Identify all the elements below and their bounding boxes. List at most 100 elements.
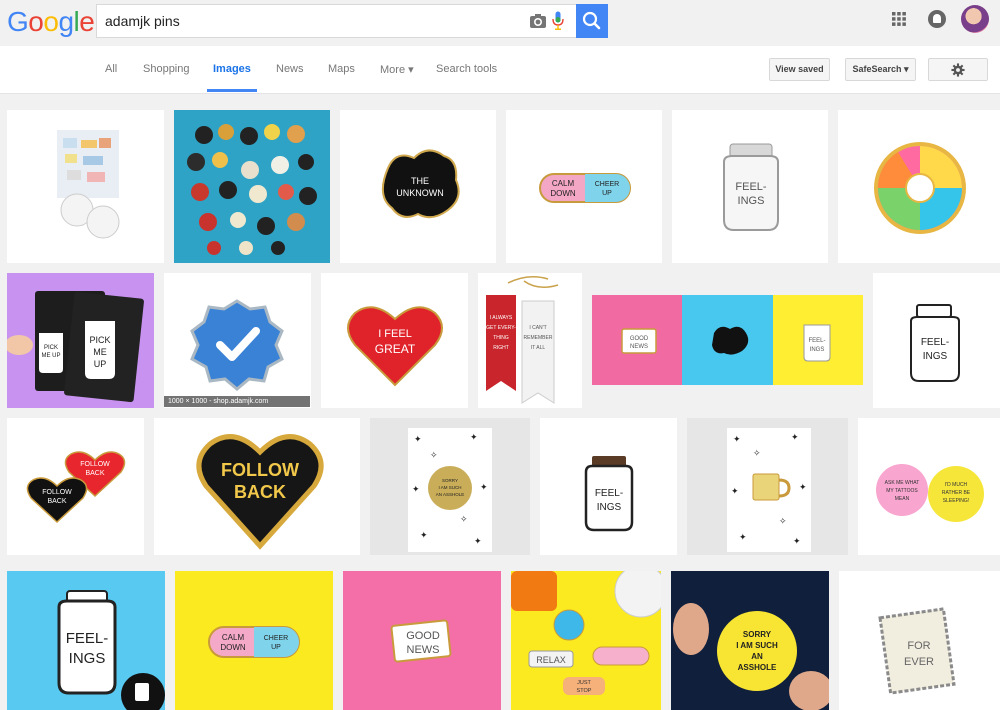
tab-more[interactable]: More ▾ bbox=[380, 63, 414, 76]
svg-text:✦: ✦ bbox=[474, 537, 482, 547]
pin-text: THE bbox=[411, 176, 429, 186]
apps-grid-icon[interactable] bbox=[891, 11, 907, 27]
pin-text: INGS bbox=[738, 195, 765, 207]
image-result[interactable]: PICK ME UP PICK ME UP bbox=[7, 273, 154, 408]
svg-text:✦: ✦ bbox=[420, 531, 428, 541]
top-bar: Google adamjk pins bbox=[0, 0, 1000, 46]
notifications-bell-icon[interactable] bbox=[928, 10, 946, 28]
image-result[interactable]: I FEEL GREAT bbox=[321, 273, 468, 408]
pin-text: INGS bbox=[923, 351, 948, 362]
image-results-grid: THE UNKNOWN CALM DOWN CHEER UP FEEL- ING… bbox=[0, 95, 1000, 710]
microphone-icon[interactable] bbox=[552, 11, 564, 31]
image-result[interactable]: ✦ ✦ ✦ ✦ ✦ ✦ ✧ ✧ SORRY I AM SUCH AN ASSHOLE bbox=[370, 418, 530, 555]
pin-text: BACK bbox=[234, 482, 286, 502]
image-result[interactable]: GOOD NEWS FEEL- INGS bbox=[592, 295, 863, 385]
image-result[interactable] bbox=[164, 273, 311, 408]
pin-text: FOR bbox=[907, 640, 930, 652]
pin-text: FEEL- bbox=[808, 338, 825, 344]
pin-text: FOLLOW bbox=[221, 460, 299, 480]
settings-button[interactable] bbox=[928, 58, 988, 81]
pin-text: CALM bbox=[552, 179, 575, 188]
svg-text:✦: ✦ bbox=[739, 533, 747, 543]
pin-text: NEWS bbox=[630, 344, 648, 350]
image-result[interactable]: FEEL- INGS bbox=[672, 110, 828, 263]
search-input[interactable]: adamjk pins bbox=[96, 4, 576, 38]
image-result[interactable]: GOOD NEWS bbox=[343, 571, 501, 710]
image-result[interactable] bbox=[7, 110, 164, 263]
search-button[interactable] bbox=[576, 4, 608, 38]
pin-text: MEAN bbox=[895, 496, 910, 502]
pin-text: INGS bbox=[69, 650, 106, 667]
pin-text: CALM bbox=[222, 633, 245, 642]
tab-images[interactable]: Images bbox=[213, 63, 251, 75]
active-tab-indicator bbox=[207, 89, 257, 92]
view-saved-button[interactable]: View saved bbox=[769, 58, 830, 81]
svg-text:✦: ✦ bbox=[791, 433, 799, 443]
image-result[interactable]: FOLLOW BACK bbox=[154, 418, 360, 555]
pin-text: ME UP bbox=[41, 353, 60, 359]
image-result[interactable]: ✦ ✦ ✦ ✦ ✦ ✦ ✧ ✧ bbox=[687, 418, 848, 555]
logo-letter: e bbox=[79, 6, 95, 37]
tab-all[interactable]: All bbox=[105, 63, 117, 75]
avatar[interactable] bbox=[961, 5, 989, 33]
pin-text: SLEEPING! bbox=[943, 498, 969, 504]
search-icon bbox=[582, 11, 601, 30]
pin-text: ASK ME WHAT bbox=[885, 480, 920, 486]
gear-icon bbox=[951, 63, 965, 77]
image-result[interactable]: CALM DOWN CHEER UP bbox=[175, 571, 333, 710]
pin-text: PICK bbox=[44, 345, 58, 351]
image-result[interactable]: FOR EVER bbox=[839, 571, 1000, 710]
pin-text: UP bbox=[271, 644, 281, 651]
image-result[interactable]: FOLLOW BACK FOLLOW BACK bbox=[7, 418, 144, 555]
pin-text: UP bbox=[94, 359, 107, 369]
svg-text:✧: ✧ bbox=[430, 451, 438, 461]
image-result[interactable]: FEEL- INGS bbox=[540, 418, 677, 555]
svg-text:✧: ✧ bbox=[779, 517, 787, 527]
pin-text: CHEER bbox=[264, 635, 289, 642]
image-result[interactable]: ASK ME WHAT MY TATTOOS MEAN I'D MUCH RAT… bbox=[858, 418, 1000, 555]
svg-text:✦: ✦ bbox=[470, 433, 478, 443]
image-result[interactable]: FEEL- INGS bbox=[7, 571, 165, 710]
image-result[interactable]: SORRY I AM SUCH AN ASSHOLE bbox=[671, 571, 829, 710]
svg-text:✧: ✧ bbox=[753, 449, 761, 459]
pin-text: PICK bbox=[89, 335, 110, 345]
safesearch-button[interactable]: SafeSearch ▾ bbox=[845, 58, 916, 81]
pin-text: STOP bbox=[577, 688, 592, 694]
pin-text: GOOD bbox=[406, 630, 440, 642]
pin-text: AN ASSHOLE bbox=[436, 492, 465, 497]
google-logo[interactable]: Google bbox=[7, 6, 95, 38]
pin-text: GET EVERY- bbox=[486, 325, 516, 331]
pin-text: DOWN bbox=[220, 643, 246, 652]
pin-text: RIGHT bbox=[493, 345, 509, 351]
image-result[interactable]: THE UNKNOWN bbox=[340, 110, 496, 263]
pin-text: MY TATTOOS bbox=[886, 488, 918, 494]
tab-search-tools[interactable]: Search tools bbox=[436, 63, 497, 75]
pin-text: REMEMBER bbox=[524, 335, 553, 341]
svg-text:✦: ✦ bbox=[793, 537, 801, 547]
image-size-caption: 1000 × 1000 - shop.adamjk.com bbox=[164, 396, 310, 407]
pin-text: ME bbox=[93, 347, 107, 357]
svg-text:✦: ✦ bbox=[414, 435, 422, 445]
image-result[interactable]: I ALWAYS GET EVERY- THING RIGHT I CAN'T … bbox=[478, 273, 582, 408]
svg-text:✦: ✦ bbox=[480, 483, 488, 493]
svg-text:✧: ✧ bbox=[460, 515, 468, 525]
tab-news[interactable]: News bbox=[276, 63, 304, 75]
image-result[interactable] bbox=[838, 110, 1000, 263]
camera-icon[interactable] bbox=[529, 13, 547, 29]
pin-text: I FEEL bbox=[378, 328, 412, 340]
tab-maps[interactable]: Maps bbox=[328, 63, 355, 75]
pin-text: BACK bbox=[47, 498, 66, 505]
image-result[interactable]: CALM DOWN CHEER UP bbox=[506, 110, 662, 263]
pin-text: SORRY bbox=[743, 630, 772, 639]
image-result[interactable] bbox=[174, 110, 330, 263]
pin-text: FOLLOW bbox=[42, 489, 72, 496]
pin-text: SORRY bbox=[442, 478, 458, 483]
image-result[interactable]: RELAX JUST STOP bbox=[511, 571, 661, 710]
pin-text: INGS bbox=[597, 502, 622, 513]
svg-text:✦: ✦ bbox=[733, 435, 741, 445]
image-result[interactable]: FEEL- INGS bbox=[873, 273, 1000, 408]
pin-text: UP bbox=[602, 190, 612, 197]
pin-text: IT ALL bbox=[531, 345, 546, 351]
tab-shopping[interactable]: Shopping bbox=[143, 63, 190, 75]
pin-text: I CAN'T bbox=[529, 325, 546, 331]
